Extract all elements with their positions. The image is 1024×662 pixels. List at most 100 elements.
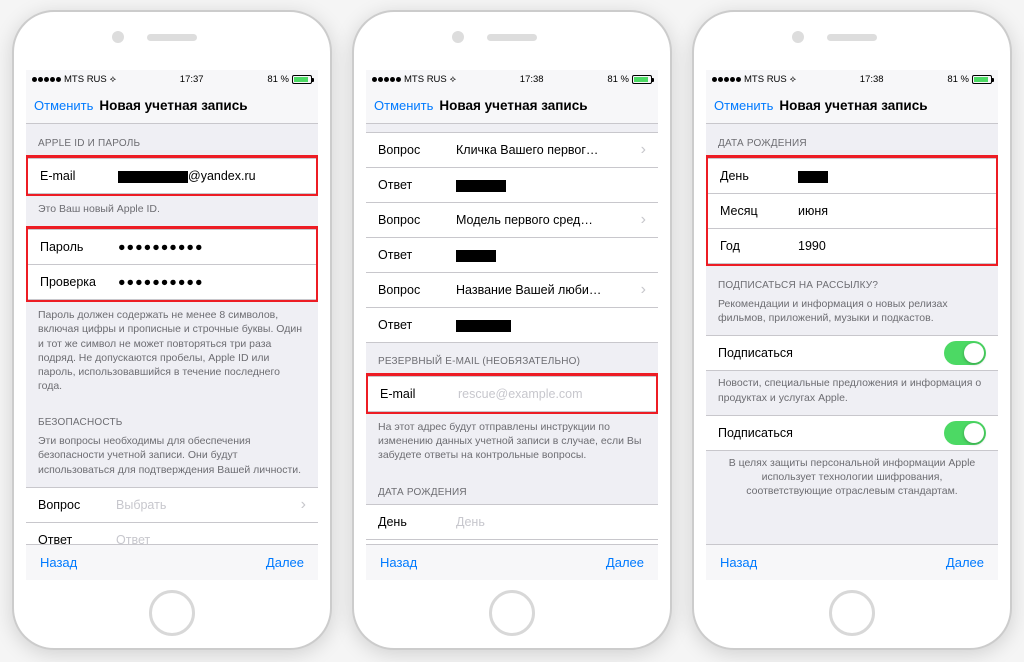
home-button[interactable] xyxy=(829,590,875,636)
sub-note2: Новости, специальные предложения и инфор… xyxy=(706,370,998,414)
page-title: Новая учетная запись xyxy=(99,98,247,113)
battery-icon xyxy=(292,75,312,84)
subscribe1-row: Подписаться xyxy=(706,335,998,371)
nav-bar: Отменить Новая учетная запись xyxy=(26,88,318,124)
highlight-password: Пароль ●●●●●●●●●● Проверка ●●●●●●●●●● xyxy=(26,226,318,302)
subscribe2-label: Подписаться xyxy=(718,426,793,440)
highlight-email: E-mail @yandex.ru xyxy=(26,155,318,196)
page-title: Новая учетная запись xyxy=(779,98,927,113)
nav-bar: Отменить Новая учетная запись xyxy=(706,88,998,124)
page-title: Новая учетная запись xyxy=(439,98,587,113)
answer-row[interactable]: Ответ Ответ xyxy=(26,522,318,544)
clock: 17:37 xyxy=(180,74,204,85)
back-button[interactable]: Назад xyxy=(720,555,757,570)
bottom-bar: Назад Далее xyxy=(706,544,998,580)
wifi-icon: ⟡ xyxy=(110,74,116,85)
cancel-button[interactable]: Отменить xyxy=(374,98,433,113)
screen-1: MTS RUS⟡ 17:37 81 % Отменить Новая учетн… xyxy=(26,70,318,580)
nav-bar: Отменить Новая учетная запись xyxy=(366,88,658,124)
content[interactable]: APPLE ID И ПАРОЛЬ E-mail @yandex.ru Это … xyxy=(26,124,318,544)
question-row[interactable]: Вопрос Выбрать › xyxy=(26,487,318,523)
subscribe1-toggle[interactable] xyxy=(944,341,986,365)
verify-value: ●●●●●●●●●● xyxy=(118,275,304,289)
cancel-button[interactable]: Отменить xyxy=(34,98,93,113)
email-row[interactable]: E-mail @yandex.ru xyxy=(28,158,316,194)
status-bar: MTS RUS⟡ 17:38 81 % xyxy=(366,70,658,88)
subscribe2-row: Подписаться xyxy=(706,415,998,451)
email-label: E-mail xyxy=(40,169,118,183)
question2-row[interactable]: ВопросМодель первого сред…› xyxy=(366,202,658,238)
wifi-icon: ⟡ xyxy=(790,74,796,85)
back-button[interactable]: Назад xyxy=(380,555,417,570)
month-row[interactable]: МесяцМесяц xyxy=(366,539,658,544)
section-appleid: APPLE ID И ПАРОЛЬ xyxy=(26,124,318,155)
question3-row[interactable]: ВопросНазвание Вашей люби…› xyxy=(366,272,658,308)
next-button[interactable]: Далее xyxy=(266,555,304,570)
password-value: ●●●●●●●●●● xyxy=(118,240,304,254)
sub-note1: Рекомендации и информация о новых релиза… xyxy=(706,297,998,335)
battery-pct: 81 % xyxy=(947,74,969,85)
home-button[interactable] xyxy=(489,590,535,636)
next-button[interactable]: Далее xyxy=(946,555,984,570)
month-row[interactable]: Месяциюня xyxy=(708,193,996,229)
rescue-email-label: E-mail xyxy=(380,387,458,401)
security-note: Эти вопросы необходимы для обеспечения б… xyxy=(26,434,318,487)
bottom-bar: Назад Далее xyxy=(366,544,658,580)
answer3-row[interactable]: Ответ xyxy=(366,307,658,343)
email-note: Это Ваш новый Apple ID. xyxy=(26,196,318,226)
highlight-rescue: E-mail rescue@example.com xyxy=(366,373,658,414)
subscribe1-label: Подписаться xyxy=(718,346,793,360)
battery-icon xyxy=(632,75,652,84)
section-subscribe: ПОДПИСАТЬСЯ НА РАССЫЛКУ? xyxy=(706,266,998,297)
chevron-right-icon: › xyxy=(641,211,646,229)
content[interactable]: ВопросКличка Вашего первог…› Ответ Вопро… xyxy=(366,124,658,544)
day-row[interactable]: ДеньДень xyxy=(366,504,658,540)
rescue-email-placeholder: rescue@example.com xyxy=(458,387,644,401)
email-value: @yandex.ru xyxy=(118,169,304,183)
password-row[interactable]: Пароль ●●●●●●●●●● xyxy=(28,229,316,265)
next-button[interactable]: Далее xyxy=(606,555,644,570)
answer1-row[interactable]: Ответ xyxy=(366,167,658,203)
rescue-email-row[interactable]: E-mail rescue@example.com xyxy=(368,376,656,412)
question1-row[interactable]: ВопросКличка Вашего первог…› xyxy=(366,132,658,168)
phone-1: MTS RUS⟡ 17:37 81 % Отменить Новая учетн… xyxy=(12,10,332,650)
phone-3: MTS RUS⟡ 17:38 81 % Отменить Новая учетн… xyxy=(692,10,1012,650)
chevron-right-icon: › xyxy=(641,281,646,299)
battery-pct: 81 % xyxy=(267,74,289,85)
chevron-right-icon: › xyxy=(641,141,646,159)
home-button[interactable] xyxy=(149,590,195,636)
year-row[interactable]: Год1990 xyxy=(708,228,996,264)
verify-label: Проверка xyxy=(40,275,118,289)
answer-value: Ответ xyxy=(116,533,306,544)
battery-pct: 81 % xyxy=(607,74,629,85)
carrier: MTS RUS xyxy=(744,74,787,85)
day-row[interactable]: День xyxy=(708,158,996,194)
content[interactable]: ДАТА РОЖДЕНИЯ День Месяциюня Год1990 ПОД… xyxy=(706,124,998,544)
section-dob: ДАТА РОЖДЕНИЯ xyxy=(706,124,998,155)
signal-icon xyxy=(712,77,741,82)
bottom-bar: Назад Далее xyxy=(26,544,318,580)
screen-2: MTS RUS⟡ 17:38 81 % Отменить Новая учетн… xyxy=(366,70,658,580)
subscribe2-toggle[interactable] xyxy=(944,421,986,445)
highlight-dob: День Месяциюня Год1990 xyxy=(706,155,998,266)
clock: 17:38 xyxy=(860,74,884,85)
answer-label: Ответ xyxy=(38,533,116,544)
phone-2: MTS RUS⟡ 17:38 81 % Отменить Новая учетн… xyxy=(352,10,672,650)
question-label: Вопрос xyxy=(38,498,116,512)
signal-icon xyxy=(32,77,61,82)
password-label: Пароль xyxy=(40,240,118,254)
question-value: Выбрать xyxy=(116,498,297,512)
wifi-icon: ⟡ xyxy=(450,74,456,85)
rescue-note: На этот адрес будут отправлены инструкци… xyxy=(366,414,658,473)
privacy-note: В целях защиты персональной информации A… xyxy=(706,450,998,509)
status-bar: MTS RUS⟡ 17:37 81 % xyxy=(26,70,318,88)
answer2-row[interactable]: Ответ xyxy=(366,237,658,273)
clock: 17:38 xyxy=(520,74,544,85)
carrier: MTS RUS xyxy=(64,74,107,85)
signal-icon xyxy=(372,77,401,82)
verify-row[interactable]: Проверка ●●●●●●●●●● xyxy=(28,264,316,300)
section-rescue: РЕЗЕРВНЫЙ E-MAIL (НЕОБЯЗАТЕЛЬНО) xyxy=(366,342,658,373)
chevron-right-icon: › xyxy=(301,496,306,514)
cancel-button[interactable]: Отменить xyxy=(714,98,773,113)
back-button[interactable]: Назад xyxy=(40,555,77,570)
